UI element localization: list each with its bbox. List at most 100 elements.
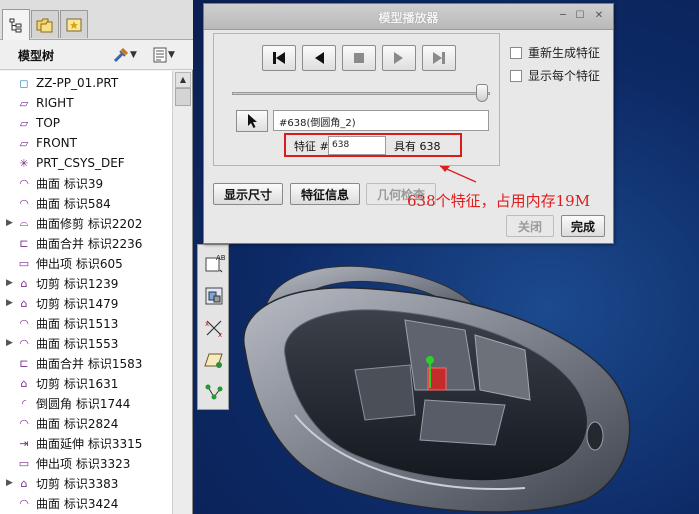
- tree-item[interactable]: ▭ 伸出项 标识605: [0, 253, 172, 273]
- tree-item[interactable]: ◠ 曲面 标识39: [0, 173, 172, 193]
- step-back-button[interactable]: [302, 45, 336, 71]
- checkbox-box[interactable]: [510, 46, 522, 59]
- tree-item-label: 曲面 标识39: [36, 176, 104, 191]
- tree-item-label: 切剪 标识1631: [36, 376, 119, 391]
- done-button[interactable]: 完成: [561, 215, 605, 237]
- tree-item-label: 曲面延伸 标识3315: [36, 436, 143, 451]
- checkbox-label: 显示每个特征: [528, 69, 601, 83]
- surface-icon: ◠: [19, 176, 29, 190]
- player-controls-group: #638(倒圆角_2) 特征 # 638 具有 638: [213, 33, 500, 166]
- tree-item[interactable]: ▱ RIGHT: [0, 93, 172, 113]
- annotation-orientation-button[interactable]: AB: [202, 251, 226, 277]
- feature-name-field[interactable]: #638(倒圆角_2): [273, 110, 489, 131]
- show-dimensions-button[interactable]: 显示尺寸: [213, 183, 283, 205]
- select-feature-button[interactable]: [236, 110, 268, 132]
- feature-info-button[interactable]: 特征信息: [290, 183, 360, 205]
- tree-item[interactable]: ▶ ⌂ 切剪 标识1239: [0, 273, 172, 293]
- regenerate-features-checkbox[interactable]: 重新生成特征: [510, 44, 600, 61]
- expand-arrow-icon[interactable]: ▶: [6, 478, 16, 488]
- tree-item-label: 曲面合并 标识2236: [36, 236, 143, 251]
- datum-plane-icon: [204, 353, 223, 368]
- tree-item[interactable]: ◠ 曲面 标识1513: [0, 313, 172, 333]
- view-manager-icon: [205, 287, 223, 305]
- cut-icon: ⌂: [20, 296, 28, 310]
- dialog-title: 模型播放器: [378, 11, 439, 25]
- stop-icon: [354, 53, 364, 63]
- folder-browser-tab-icon: [36, 18, 53, 32]
- tree-settings-button[interactable]: ▼: [112, 46, 137, 64]
- round-icon: ◜: [21, 396, 27, 410]
- tree-item[interactable]: ◠ 曲面 标识3424: [0, 493, 172, 513]
- plane-display-button[interactable]: [202, 347, 226, 373]
- expand-arrow-icon[interactable]: ▶: [6, 338, 16, 348]
- tree-item-label: 曲面 标识3424: [36, 496, 119, 511]
- tree-show-button[interactable]: ▼: [152, 46, 175, 64]
- checkbox-box[interactable]: [510, 69, 522, 82]
- view-manager-button[interactable]: [202, 283, 226, 309]
- datum-point-icon: [205, 384, 223, 400]
- minimize-icon[interactable]: ─: [556, 9, 570, 23]
- tree-item[interactable]: ▶ ⌂ 切剪 标识1479: [0, 293, 172, 313]
- skip-to-end-icon: [433, 52, 445, 64]
- feature-count-highlight: 特征 # 638 具有 638: [284, 133, 462, 157]
- list-view-icon: [153, 47, 167, 63]
- close-icon[interactable]: ✕: [592, 9, 606, 23]
- scroll-thumb[interactable]: [175, 88, 191, 106]
- helmet-3d-model[interactable]: [225, 240, 655, 514]
- tree-item[interactable]: ▶ ◠ 曲面 标识1553: [0, 333, 172, 353]
- stop-button[interactable]: [342, 45, 376, 71]
- feature-number-label: 特征 #: [294, 140, 329, 153]
- tree-item-label: 曲面合并 标识1583: [36, 356, 143, 371]
- surface-icon: ◠: [19, 196, 29, 210]
- surface-icon: ◠: [19, 316, 29, 330]
- model-tree-tab[interactable]: [2, 9, 30, 40]
- tree-item[interactable]: ◠ 曲面 标识2824: [0, 413, 172, 433]
- surface-merge-icon: ⊏: [19, 236, 29, 250]
- model-tree-header: 模型树 ▼ ▼: [0, 40, 193, 70]
- datum-plane-icon: ▱: [19, 116, 29, 130]
- expand-arrow-icon[interactable]: ▶: [6, 278, 16, 288]
- expand-arrow-icon[interactable]: ▶: [6, 218, 16, 228]
- expand-arrow-icon[interactable]: ▶: [6, 298, 16, 308]
- favorites-tab[interactable]: [60, 10, 88, 38]
- tree-item[interactable]: ✳ PRT_CSYS_DEF: [0, 153, 172, 173]
- tree-item[interactable]: ▭ 伸出项 标识3323: [0, 453, 172, 473]
- tree-item[interactable]: ◠ 曲面 标识584: [0, 193, 172, 213]
- datum-plane-icon: ▱: [19, 96, 29, 110]
- last-feature-button[interactable]: [422, 45, 456, 71]
- tree-item[interactable]: ◻ ZZ-PP_01.PRT: [0, 73, 172, 93]
- skip-to-start-icon: [273, 52, 285, 64]
- feature-slider-track[interactable]: [232, 92, 490, 95]
- tree-item[interactable]: ⊏ 曲面合并 标识1583: [0, 353, 172, 373]
- tree-item[interactable]: ▶ ⌓ 曲面修剪 标识2202: [0, 213, 172, 233]
- scroll-up-icon[interactable]: ▲: [175, 72, 191, 88]
- close-button[interactable]: 关闭: [506, 215, 554, 237]
- protrusion-icon: ▭: [18, 456, 30, 470]
- csys-display-button[interactable]: x x: [202, 315, 226, 341]
- arrow-cursor-icon: [248, 114, 257, 128]
- folder-browser-tab[interactable]: [31, 10, 59, 38]
- tree-item[interactable]: ▱ TOP: [0, 113, 172, 133]
- tree-item[interactable]: ▶ ⌂ 切剪 标识3383: [0, 473, 172, 493]
- step-forward-button[interactable]: [382, 45, 416, 71]
- show-each-feature-checkbox[interactable]: 显示每个特征: [510, 67, 600, 84]
- tree-scrollbar[interactable]: ▲: [172, 71, 192, 514]
- tree-item[interactable]: ⊏ 曲面合并 标识2236: [0, 233, 172, 253]
- tree-item-label: 曲面 标识1513: [36, 316, 119, 331]
- feature-slider-handle[interactable]: [476, 84, 488, 102]
- tree-item-label: 倒圆角 标识1744: [36, 396, 131, 411]
- first-feature-button[interactable]: [262, 45, 296, 71]
- maximize-icon[interactable]: ☐: [573, 9, 587, 23]
- point-display-button[interactable]: [202, 379, 226, 405]
- surface-icon: ◠: [19, 496, 29, 510]
- feature-number-input[interactable]: 638: [328, 136, 386, 155]
- tree-item[interactable]: ◜ 倒圆角 标识1744: [0, 393, 172, 413]
- tree-item-label: 曲面 标识1553: [36, 336, 119, 351]
- tree-item[interactable]: ⇥ 曲面延伸 标识3315: [0, 433, 172, 453]
- tree-item-label: RIGHT: [36, 96, 74, 110]
- tree-item[interactable]: ⌂ 切剪 标识1631: [0, 373, 172, 393]
- favorites-tab-icon: [66, 18, 82, 31]
- dialog-titlebar[interactable]: 模型播放器 ─ ☐ ✕: [204, 4, 613, 30]
- cut-icon: ⌂: [20, 376, 28, 390]
- tree-item[interactable]: ▱ FRONT: [0, 133, 172, 153]
